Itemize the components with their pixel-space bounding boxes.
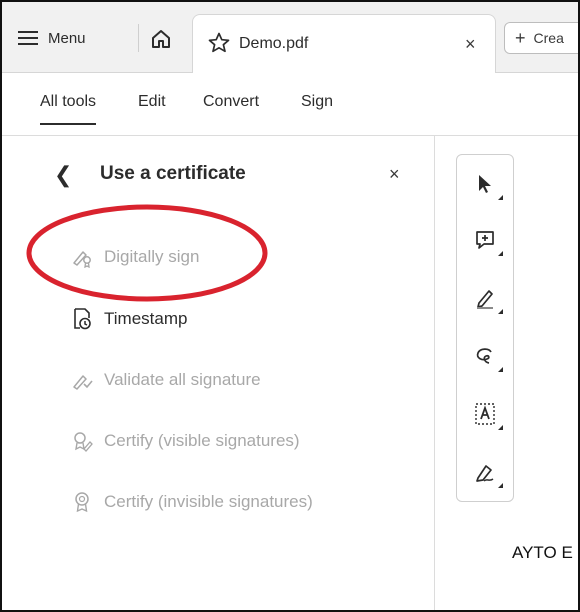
certify-invisible-label: Certify (invisible signatures) xyxy=(104,492,313,511)
document-tab-title: Demo.pdf xyxy=(239,35,309,52)
app-window: Menu Demo.pdf × + Crea All tools Edit Co… xyxy=(0,0,580,612)
timestamp-item[interactable]: Timestamp xyxy=(70,304,187,334)
add-comment-icon xyxy=(476,231,494,249)
hamburger-icon xyxy=(18,31,38,45)
add-comment-tool[interactable] xyxy=(471,225,503,256)
text-recognition-icon xyxy=(475,403,495,425)
create-label: Crea xyxy=(533,30,564,46)
highlight-pen-icon xyxy=(477,290,493,309)
certify-visible-item[interactable]: Certify (visible signatures) xyxy=(70,426,300,456)
close-panel-button[interactable]: × xyxy=(389,164,400,185)
back-button[interactable]: ❮ xyxy=(54,162,72,188)
certify-invisible-item[interactable]: Certify (invisible signatures) xyxy=(70,487,313,517)
tab-bar: Menu Demo.pdf × + Crea xyxy=(2,2,578,73)
validate-signature-label: Validate all signature xyxy=(104,370,261,389)
certificate-panel: ❮ Use a certificate × Digitally sign Tim… xyxy=(2,136,435,610)
tab-edit[interactable]: Edit xyxy=(138,93,166,111)
draw-freeform-icon xyxy=(476,348,492,364)
fill-sign-icon xyxy=(476,465,494,482)
text-recognition-tool[interactable] xyxy=(471,399,503,430)
panel-title: Use a certificate xyxy=(100,163,246,184)
tools-bar: All tools Edit Convert Sign xyxy=(2,73,578,136)
validate-signature-icon xyxy=(70,368,94,392)
document-text: AYTO E xyxy=(512,543,573,562)
expand-indicator xyxy=(498,425,503,430)
tab-sign[interactable]: Sign xyxy=(301,93,333,111)
select-cursor-icon xyxy=(479,175,491,193)
expand-indicator xyxy=(498,251,503,256)
certify-invisible-icon xyxy=(70,490,94,514)
validate-signature-item[interactable]: Validate all signature xyxy=(70,365,261,395)
expand-indicator xyxy=(498,195,503,200)
certify-visible-icon xyxy=(70,429,94,453)
expand-indicator xyxy=(498,309,503,314)
document-tab[interactable]: Demo.pdf × xyxy=(192,14,496,73)
digitally-sign-label: Digitally sign xyxy=(104,247,200,266)
timestamp-label: Timestamp xyxy=(104,309,188,328)
digitally-sign-item[interactable]: Digitally sign xyxy=(70,242,199,272)
tab-all-tools[interactable]: All tools xyxy=(40,93,97,125)
close-tab-button[interactable]: × xyxy=(465,34,476,55)
fill-sign-tool[interactable] xyxy=(471,457,503,488)
menu-button[interactable]: Menu xyxy=(18,24,86,52)
highlight-tool[interactable] xyxy=(471,283,503,314)
select-tool[interactable] xyxy=(471,169,503,200)
draw-tool[interactable] xyxy=(471,341,503,372)
create-button[interactable]: + Crea xyxy=(504,22,578,54)
timestamp-icon xyxy=(70,307,94,331)
digital-sign-icon xyxy=(70,245,94,269)
divider xyxy=(138,24,139,52)
star-icon[interactable] xyxy=(207,31,231,55)
expand-indicator xyxy=(498,483,503,488)
quick-tools-bar xyxy=(456,154,514,502)
plus-icon: + xyxy=(515,27,526,48)
home-button[interactable] xyxy=(148,26,174,52)
menu-label: Menu xyxy=(48,29,86,47)
expand-indicator xyxy=(498,367,503,372)
certify-visible-label: Certify (visible signatures) xyxy=(104,431,300,450)
home-icon xyxy=(152,30,170,48)
tab-convert[interactable]: Convert xyxy=(203,93,259,111)
